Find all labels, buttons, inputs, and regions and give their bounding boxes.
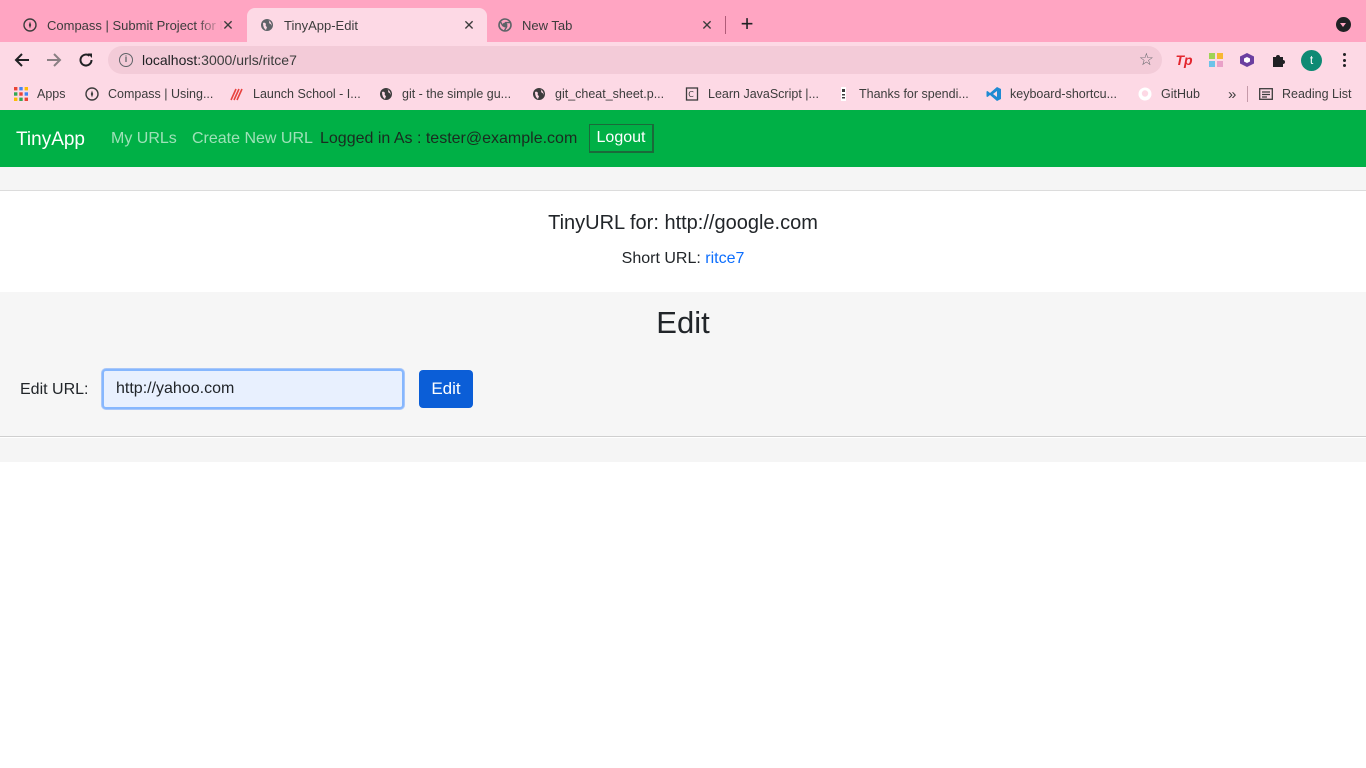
github-icon: [1137, 86, 1153, 102]
tab-title: New Tab: [522, 17, 573, 33]
short-url-line: Short URL: ritce7: [0, 250, 1366, 268]
compass-icon: [84, 86, 100, 102]
edit-card: Edit Edit URL: Edit: [0, 292, 1366, 437]
short-url-link[interactable]: ritce7: [705, 250, 744, 267]
browser-tab-strip: Compass | Submit Project for E ✕ TinyApp…: [0, 0, 1366, 42]
site-info-icon[interactable]: i: [119, 53, 133, 67]
address-url: localhost:3000/urls/ritce7: [142, 52, 297, 68]
brand-logo[interactable]: TinyApp: [16, 129, 85, 151]
bookmark-label: git - the simple gu...: [402, 87, 512, 101]
forward-arrow-icon[interactable]: [44, 50, 64, 70]
bookmark-git-cheat-sheet[interactable]: git_cheat_sheet.p...: [531, 86, 664, 102]
chrome-icon: [497, 17, 513, 33]
apps-grid-icon: [13, 86, 29, 102]
tab-title: TinyApp-Edit: [284, 17, 358, 33]
bookmark-github[interactable]: GitHub: [1137, 86, 1200, 102]
vscode-icon: [986, 86, 1002, 102]
close-icon[interactable]: ✕: [220, 17, 236, 33]
reload-icon[interactable]: [76, 50, 96, 70]
bookmark-label: keyboard-shortcu...: [1010, 87, 1117, 101]
document-icon: C: [684, 86, 700, 102]
header-band: [0, 167, 1366, 191]
bookmark-label: Compass | Using...: [108, 87, 214, 101]
bookmark-keyboard-shortcuts[interactable]: keyboard-shortcu...: [986, 86, 1117, 102]
bookmark-separator: [1247, 86, 1248, 102]
bookmark-label: GitHub: [1161, 87, 1200, 101]
cube-extension-icon[interactable]: [1238, 51, 1256, 69]
close-icon[interactable]: ✕: [699, 17, 715, 33]
bookmark-thanks[interactable]: Thanks for spendi...: [835, 86, 969, 102]
globe-icon: [531, 86, 547, 102]
more-bookmarks-chevron-icon[interactable]: »: [1228, 86, 1236, 103]
bookmark-label: git_cheat_sheet.p...: [555, 87, 665, 101]
logout-button[interactable]: Logout: [589, 124, 654, 153]
tab-search-icon[interactable]: [1336, 17, 1351, 32]
bookmark-label: Launch School - I...: [253, 87, 361, 101]
bookmark-learn-javascript[interactable]: C Learn JavaScript |...: [684, 86, 819, 102]
globe-icon: [259, 17, 275, 33]
nav-my-urls[interactable]: My URLs: [111, 130, 177, 148]
edit-title: Edit: [656, 305, 710, 340]
new-tab-plus-icon[interactable]: +: [737, 13, 757, 35]
close-icon[interactable]: ✕: [461, 17, 477, 33]
svg-text:C: C: [688, 90, 694, 99]
bookmark-git-guide[interactable]: git - the simple gu...: [378, 86, 511, 102]
extensions-puzzle-icon[interactable]: [1270, 51, 1288, 69]
tab-new-tab[interactable]: New Tab ✕: [487, 8, 725, 42]
menu-kebab-icon[interactable]: [1340, 51, 1348, 69]
footer-band: [0, 438, 1366, 462]
launch-school-icon: [229, 86, 245, 102]
edit-url-label: Edit URL:: [20, 381, 89, 398]
reading-list-label: Reading List: [1282, 87, 1352, 101]
bookmark-apps[interactable]: Apps: [13, 86, 66, 102]
toppr-extension-icon[interactable]: Tp: [1175, 51, 1193, 69]
tab-separator: [725, 16, 726, 34]
tab-tinyapp-edit[interactable]: TinyApp-Edit ✕: [247, 8, 487, 42]
bookmark-star-icon[interactable]: ☆: [1139, 50, 1154, 70]
reading-list-icon: [1258, 86, 1274, 102]
bookmark-page-icon: [835, 86, 851, 102]
back-arrow-icon[interactable]: [12, 50, 32, 70]
address-bar[interactable]: i localhost:3000/urls/ritce7 ☆: [108, 46, 1162, 74]
compass-icon: [22, 17, 38, 33]
edit-submit-button[interactable]: Edit: [419, 370, 473, 408]
tinyurl-heading: TinyURL for: http://google.com: [548, 212, 818, 234]
globe-icon: [378, 86, 394, 102]
browser-toolbar: i localhost:3000/urls/ritce7 ☆ Tp t: [0, 42, 1366, 78]
tab-compass[interactable]: Compass | Submit Project for E ✕: [12, 8, 246, 42]
profile-avatar[interactable]: t: [1301, 50, 1322, 71]
nav-create-new-url[interactable]: Create New URL: [192, 130, 313, 148]
short-url-label: Short URL:: [621, 250, 706, 267]
edit-url-input[interactable]: [102, 369, 404, 409]
reading-list[interactable]: Reading List: [1258, 86, 1352, 102]
bookmarks-bar: Apps Compass | Using... Launch School - …: [0, 78, 1366, 110]
bookmark-label: Thanks for spendi...: [859, 87, 969, 101]
logged-in-status: Logged in As : tester@example.com: [320, 130, 578, 147]
bookmark-label: Learn JavaScript |...: [708, 87, 819, 101]
bookmark-label: Apps: [37, 87, 66, 101]
app-navbar: TinyApp My URLs Create New URL Logged in…: [0, 110, 1366, 167]
bookmark-compass[interactable]: Compass | Using...: [84, 86, 213, 102]
grid-extension-icon[interactable]: [1207, 51, 1225, 69]
bookmark-launch-school[interactable]: Launch School - I...: [229, 86, 361, 102]
tab-title: Compass | Submit Project for E: [47, 17, 223, 33]
